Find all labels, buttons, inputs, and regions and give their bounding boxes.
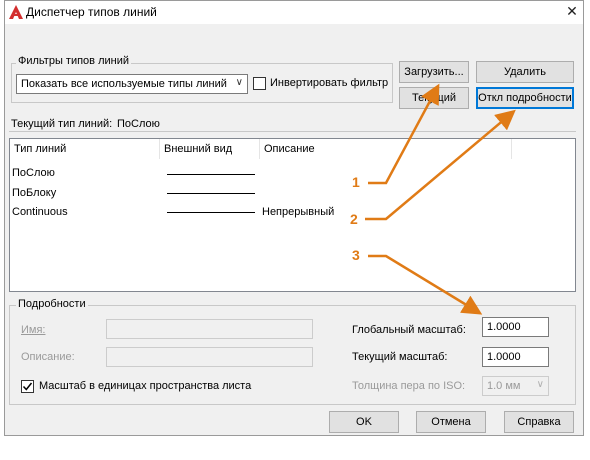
filters-group-label: Фильтры типов линий [16, 55, 131, 67]
linetype-sample [167, 212, 255, 213]
pen-width-value: 1.0 мм [487, 380, 521, 392]
cancel-button[interactable]: Отмена [416, 411, 486, 433]
invert-filter-checkbox[interactable] [253, 77, 266, 90]
checkmark-icon [22, 382, 33, 391]
details-group-label: Подробности [16, 298, 88, 310]
column-header-appearance[interactable]: Внешний вид [160, 139, 260, 159]
global-scale-input[interactable]: 1.0000 [482, 317, 549, 337]
help-button[interactable]: Справка [504, 411, 574, 433]
linetype-sample [167, 193, 255, 194]
chevron-down-icon: ∨ [235, 77, 243, 88]
linetype-filter-value: Показать все используемые типы линий [21, 78, 227, 90]
callout-number-2: 2 [350, 211, 358, 227]
set-current-button[interactable]: Текущий [399, 87, 469, 109]
load-button[interactable]: Загрузить... [399, 61, 469, 83]
description-label: Описание: [21, 351, 75, 363]
current-linetype-label: Текущий тип линий: [11, 118, 113, 130]
current-scale-label: Текущий масштаб: [352, 351, 448, 363]
pen-width-select: 1.0 мм ∨ [482, 376, 549, 396]
name-label: Имя: [21, 324, 46, 336]
linetype-filter-select[interactable]: Показать все используемые типы линий ∨ [16, 74, 248, 94]
paper-space-checkbox[interactable] [21, 380, 34, 393]
linetype-sample [167, 174, 255, 175]
delete-button[interactable]: Удалить [476, 61, 574, 83]
column-header-linetype[interactable]: Тип линий [10, 139, 160, 159]
table-row-description: Непрерывный [262, 206, 335, 218]
hide-details-button[interactable]: Откл подробности [476, 87, 574, 109]
linetype-list[interactable]: Тип линий Внешний вид Описание ПоСлою По… [9, 138, 576, 292]
invert-filter-label: Инвертировать фильтр [270, 77, 389, 89]
table-row[interactable]: ПоБлоку [12, 187, 56, 199]
table-row[interactable]: ПоСлою [12, 167, 55, 179]
paper-space-label: Масштаб в единицах пространства листа [39, 380, 252, 392]
table-row[interactable]: Continuous [12, 206, 68, 218]
description-field [106, 347, 313, 367]
ok-button[interactable]: OK [329, 411, 399, 433]
window-title: Диспетчер типов линий [26, 5, 157, 19]
current-scale-input[interactable]: 1.0000 [482, 347, 549, 367]
pen-width-label: Толщина пера по ISO: [352, 380, 466, 392]
column-header-description[interactable]: Описание [260, 139, 512, 159]
callout-number-3: 3 [352, 247, 360, 263]
callout-number-1: 1 [352, 174, 360, 190]
current-linetype-divider [9, 131, 576, 132]
autocad-app-icon [9, 5, 23, 19]
global-scale-label: Глобальный масштаб: [352, 324, 466, 336]
name-field [106, 319, 313, 339]
current-linetype-value: ПоСлою [117, 118, 160, 130]
chevron-down-icon: ∨ [536, 379, 544, 390]
close-icon[interactable]: ✕ [561, 1, 583, 22]
